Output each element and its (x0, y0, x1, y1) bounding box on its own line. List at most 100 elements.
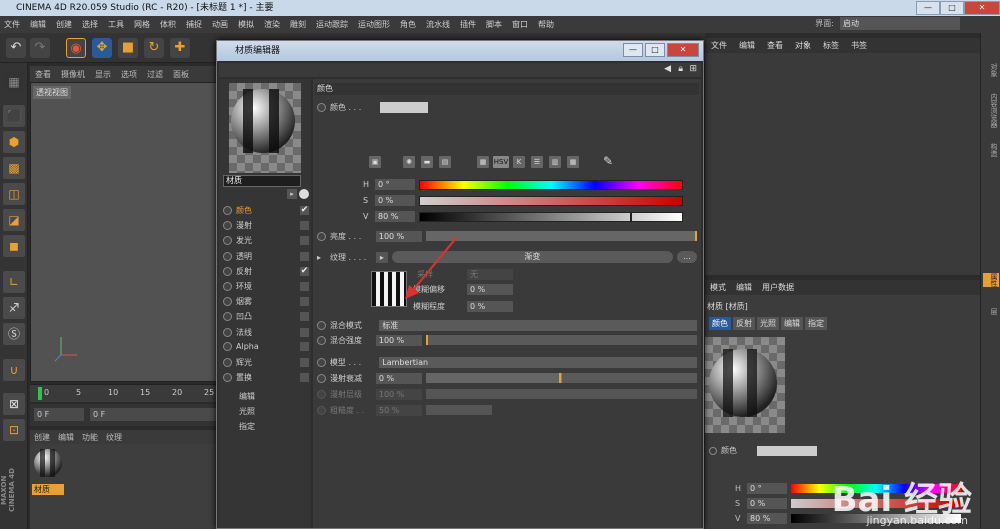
menu-item[interactable]: 插件 (460, 19, 476, 30)
menu-item[interactable]: 体积 (160, 19, 176, 30)
channel-item[interactable]: Alpha (223, 341, 309, 351)
new-window-icon[interactable]: ⊞ (689, 64, 697, 74)
channel-radio[interactable] (223, 297, 232, 307)
diffuse-falloff-radio[interactable] (317, 373, 326, 383)
material-menu-item[interactable]: 功能 (82, 432, 98, 443)
dialog-minimize-button[interactable]: — (623, 43, 643, 57)
channel-radio[interactable] (223, 341, 232, 351)
dialog-maximize-button[interactable]: □ (645, 43, 665, 57)
channel-item[interactable]: 置换 (223, 372, 309, 383)
channel-radio[interactable] (223, 327, 232, 337)
channel-radio[interactable] (223, 221, 232, 231)
brightness-radio[interactable] (317, 231, 326, 241)
channel-radio[interactable] (223, 373, 232, 383)
viewport-menu-item[interactable]: 过滤 (147, 69, 163, 80)
menu-item[interactable]: 雕刻 (290, 19, 306, 30)
close-button[interactable]: ✕ (964, 1, 1000, 15)
menu-item[interactable]: 选择 (82, 19, 98, 30)
right-tab[interactable]: 对象 (983, 63, 999, 77)
menu-item[interactable]: 运动图形 (358, 19, 390, 30)
material-name-field[interactable]: 材质 (223, 175, 301, 187)
right-tab[interactable]: 属性 (983, 273, 999, 287)
channel-checkbox[interactable] (300, 297, 309, 307)
attribute-h-field[interactable]: 0 ° (747, 483, 787, 494)
color-wheel-icon[interactable]: ▣ (369, 156, 381, 168)
channel-radio[interactable] (223, 251, 232, 261)
attribute-tab[interactable]: 编辑 (781, 317, 803, 330)
perspective-viewport[interactable]: 透视视图 (30, 82, 218, 382)
channel-checkbox[interactable]: ✔ (300, 266, 309, 276)
object-menu-item[interactable]: 对象 (795, 40, 811, 51)
channel-checkbox[interactable] (300, 373, 309, 383)
channel-extra-item[interactable]: 光照 (239, 406, 255, 417)
points-mode-icon[interactable]: ◫ (3, 183, 25, 205)
menu-item[interactable]: 创建 (56, 19, 72, 30)
channel-item[interactable]: 反射 ✔ (223, 266, 309, 277)
menu-item[interactable]: 角色 (400, 19, 416, 30)
channel-item[interactable]: 颜色 ✔ (223, 205, 309, 216)
picture-icon[interactable]: ▬ (421, 156, 433, 168)
v-slider-handle[interactable] (630, 211, 632, 222)
texture-more-button[interactable]: ... (677, 251, 697, 263)
channel-item[interactable]: 法线 (223, 327, 309, 338)
material-menu-item[interactable]: 编辑 (58, 432, 74, 443)
channel-radio[interactable] (223, 358, 232, 367)
viewport-menu-item[interactable]: 摄像机 (61, 69, 85, 80)
texture-mode-icon[interactable]: ⬢ (3, 131, 25, 153)
brightness-slider[interactable] (425, 231, 698, 241)
diffuse-falloff-slider[interactable] (425, 373, 698, 383)
spectrum-icon[interactable]: ✺ (403, 156, 415, 168)
menu-item[interactable]: 捕捉 (186, 19, 202, 30)
workplane-lock-icon[interactable]: ⊡ (3, 419, 25, 441)
mix-strength-field[interactable]: 100 % (375, 334, 422, 346)
channel-checkbox[interactable] (300, 312, 309, 322)
s-field[interactable]: 0 % (375, 195, 415, 206)
rgb-icon[interactable]: ▦ (477, 156, 489, 168)
dialog-close-button[interactable]: ✕ (667, 43, 699, 57)
palette-icon[interactable]: ▦ (567, 156, 579, 168)
material-menu-item[interactable]: 创建 (34, 432, 50, 443)
blur-scale-field[interactable]: 0 % (467, 301, 513, 312)
select-cursor-icon[interactable]: ◉ (66, 38, 86, 58)
mixer-icon[interactable]: ☰ (531, 156, 543, 168)
color-swatch[interactable] (380, 101, 428, 113)
menu-item[interactable]: 窗口 (512, 19, 528, 30)
object-menu-item[interactable]: 书签 (851, 40, 867, 51)
h-slider[interactable] (419, 179, 683, 190)
menu-item[interactable]: 流水线 (426, 19, 450, 30)
menu-item[interactable]: 文件 (4, 19, 20, 30)
playhead[interactable] (38, 387, 42, 400)
scale-icon[interactable]: ■ (118, 38, 138, 58)
attribute-s-field[interactable]: 0 % (747, 498, 787, 509)
object-menu-item[interactable]: 查看 (767, 40, 783, 51)
viewport-menu-item[interactable]: 显示 (95, 69, 111, 80)
channel-item[interactable]: 烟雾 (223, 296, 309, 307)
attribute-tab[interactable]: 反射 (733, 317, 755, 330)
right-tab[interactable]: 构造 (983, 143, 999, 157)
lock-icon[interactable]: ⊠ (3, 393, 25, 415)
channel-radio[interactable] (223, 236, 232, 246)
material-menu-item[interactable]: 纹理 (106, 432, 122, 443)
channel-extra-item[interactable]: 指定 (239, 421, 255, 432)
channel-item[interactable]: 环境 (223, 281, 309, 292)
nav-back-icon[interactable]: ◀ (664, 64, 671, 74)
attribute-menu-item[interactable]: 用户数据 (762, 282, 794, 293)
maximize-button[interactable]: □ (940, 1, 964, 15)
object-mode-icon[interactable]: ⬛ (3, 105, 25, 127)
attribute-tab[interactable]: 光照 (757, 317, 779, 330)
menu-item[interactable]: 动画 (212, 19, 228, 30)
object-menu-item[interactable]: 编辑 (739, 40, 755, 51)
redo-icon[interactable]: ↷ (30, 38, 50, 58)
timeline-ruler[interactable]: 0 5 10 15 20 25 (30, 384, 218, 402)
diffuse-falloff-field[interactable]: 0 % (375, 372, 422, 384)
channel-item[interactable]: 辉光 (223, 357, 309, 368)
layout-dropdown[interactable]: 启动 (840, 17, 960, 30)
h-field[interactable]: 0 ° (375, 179, 415, 190)
channel-checkbox[interactable] (300, 327, 309, 337)
pick-icon[interactable] (299, 189, 309, 199)
menu-item[interactable]: 脚本 (486, 19, 502, 30)
attribute-color-radio[interactable] (709, 446, 717, 455)
material-preview[interactable] (229, 83, 301, 173)
mix-mode-radio[interactable] (317, 320, 326, 330)
channel-extra-item[interactable]: 编辑 (239, 391, 255, 402)
